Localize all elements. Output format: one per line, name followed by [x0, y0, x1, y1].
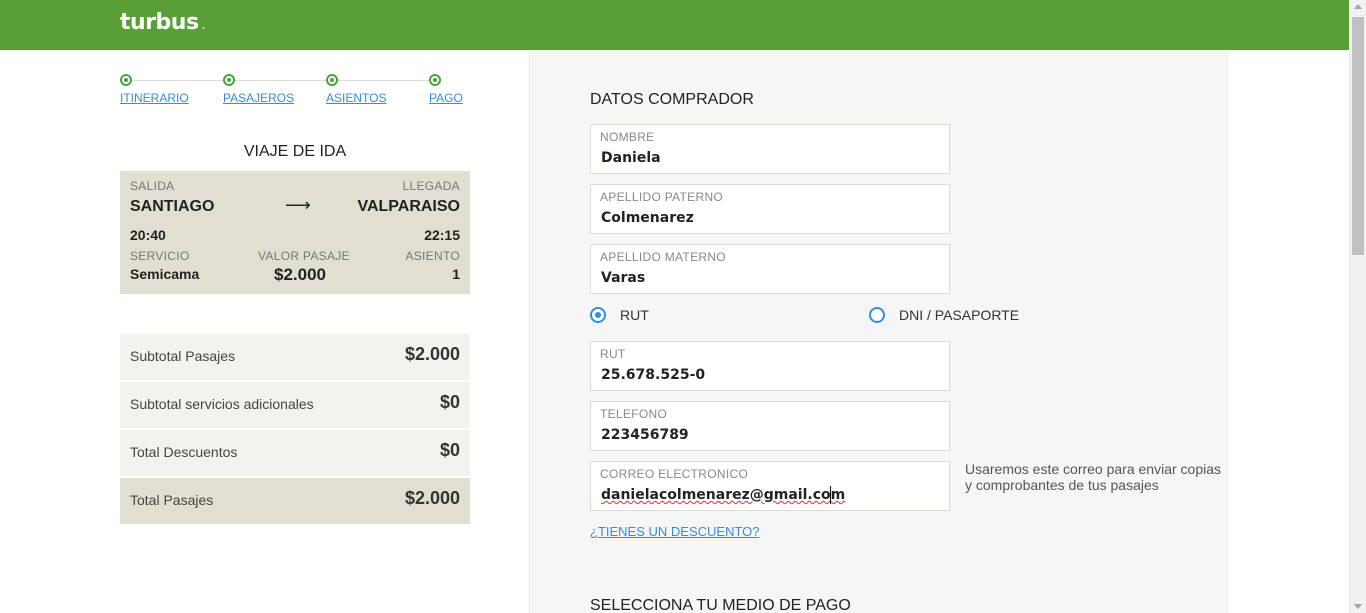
logo-mark: .: [202, 22, 205, 31]
field-label: NOMBRE: [600, 130, 655, 144]
seat-value: 1: [452, 266, 460, 282]
rut-radio-label[interactable]: RUT: [620, 307, 649, 323]
origin-city: SANTIAGO: [130, 198, 215, 215]
service-value: Semicama: [130, 266, 200, 282]
apellido-materno-input[interactable]: Varas: [601, 270, 645, 286]
top-header-bar: turbus.: [0, 0, 1349, 50]
seat-label: ASIENTO: [405, 249, 460, 263]
fare-value: $2.000: [274, 265, 326, 284]
arrow-right-icon: ⟶: [285, 195, 311, 215]
rut-radio[interactable]: [590, 307, 606, 323]
summary-total-row: Total Pasajes $2.000: [120, 478, 470, 524]
trip-card: SALIDA LLEGADA SANTIAGO ⟶ VALPARAISO 20:…: [120, 171, 470, 294]
telefono-field[interactable]: TELEFONO 223456789: [590, 401, 950, 451]
destination-city: VALPARAISO: [357, 198, 460, 215]
field-label: RUT: [600, 347, 626, 361]
field-label: CORREO ELECTRONICO: [600, 467, 749, 481]
fare-label: VALOR PASAJE: [258, 249, 350, 263]
field-label: APELLIDO MATERNO: [600, 250, 726, 264]
rut-input[interactable]: 25.678.525-0: [601, 367, 705, 383]
apellido-materno-field[interactable]: APELLIDO MATERNO Varas: [590, 244, 950, 294]
step-link-pago[interactable]: PAGO: [429, 91, 463, 105]
step-dot-icon: [429, 74, 441, 86]
arrival-time: 22:15: [424, 227, 460, 243]
steps-progress-line: [125, 80, 435, 81]
dni-pasaporte-radio-label[interactable]: DNI / PASAPORTE: [899, 307, 1019, 323]
left-summary-panel: [0, 50, 530, 613]
summary-label: Subtotal Pasajes: [130, 348, 236, 364]
summary-value: $2.000: [404, 488, 460, 508]
correo-helper-text: Usaremos este correo para enviar copias …: [965, 461, 1222, 493]
scroll-thumb[interactable]: [1352, 17, 1364, 255]
logo-text: turbus: [120, 10, 199, 35]
step-link-itinerario[interactable]: ITINERARIO: [120, 91, 189, 105]
summary-row: Subtotal Pasajes $2.000: [120, 334, 470, 380]
apellido-paterno-input[interactable]: Colmenarez: [601, 210, 694, 226]
payment-section-title: SELECCIONA TU MEDIO DE PAGO: [590, 597, 851, 613]
summary-label: Total Pasajes: [130, 492, 214, 508]
discount-link[interactable]: ¿TIENES UN DESCUENTO?: [590, 524, 760, 539]
step-link-asientos[interactable]: ASIENTOS: [326, 91, 386, 105]
text-caret: [830, 486, 831, 504]
correo-input[interactable]: danielacolmenarez@gmail.com: [601, 487, 845, 503]
scroll-down-arrow-icon[interactable]: [1354, 604, 1362, 609]
field-label: APELLIDO PATERNO: [600, 190, 724, 204]
step-link-pasajeros[interactable]: PASAJEROS: [223, 91, 294, 105]
trip-title: VIAJE DE IDA: [243, 143, 347, 160]
summary-value: $2.000: [404, 344, 460, 364]
apellido-paterno-field[interactable]: APELLIDO PATERNO Colmenarez: [590, 184, 950, 234]
departure-label: SALIDA: [130, 179, 175, 193]
summary-row: Total Descuentos $0: [120, 430, 470, 476]
summary-value: $0: [439, 392, 460, 412]
summary-row: Subtotal servicios adicionales $0: [120, 382, 470, 428]
arrival-label: LLEGADA: [402, 179, 460, 193]
rut-field[interactable]: RUT 25.678.525-0: [590, 341, 950, 391]
step-dot-icon: [223, 74, 235, 86]
correo-field[interactable]: CORREO ELECTRONICO danielacolmenarez@gma…: [590, 461, 950, 511]
summary-value: $0: [439, 440, 460, 460]
scroll-up-arrow-icon[interactable]: [1354, 4, 1362, 9]
turbus-logo[interactable]: turbus.: [120, 10, 205, 35]
summary-label: Total Descuentos: [130, 444, 238, 460]
telefono-input[interactable]: 223456789: [601, 427, 689, 443]
step-dot-icon: [120, 74, 132, 86]
nombre-input[interactable]: Daniela: [601, 150, 661, 166]
service-label: SERVICIO: [130, 249, 190, 263]
summary-label: Subtotal servicios adicionales: [130, 396, 314, 412]
field-label: TELEFONO: [600, 407, 668, 421]
step-dot-icon: [326, 74, 338, 86]
departure-time: 20:40: [130, 227, 166, 243]
nombre-field[interactable]: NOMBRE Daniela: [590, 124, 950, 174]
dni-pasaporte-radio[interactable]: [869, 307, 885, 323]
page-scrollbar[interactable]: [1349, 0, 1366, 613]
buyer-section-title: DATOS COMPRADOR: [590, 91, 754, 108]
